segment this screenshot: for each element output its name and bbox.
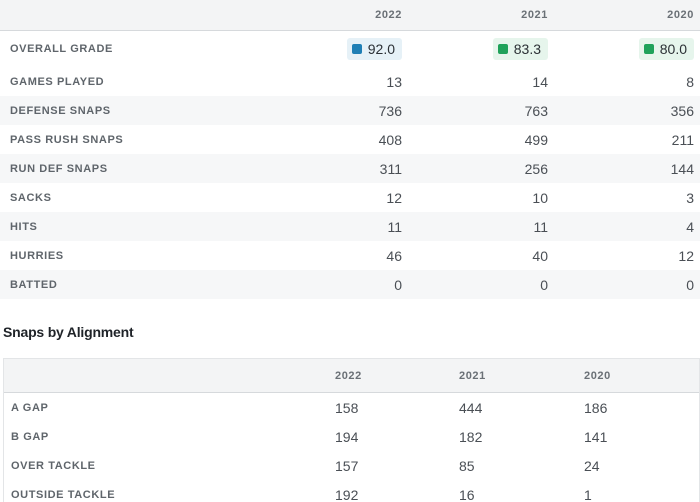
alignment-value: 192 <box>335 486 359 502</box>
stat-value: 499 <box>524 131 548 148</box>
year-header[interactable]: 2021 <box>459 359 486 392</box>
grade-color-icon <box>351 44 362 54</box>
year-header[interactable]: 2020 <box>584 359 611 392</box>
row-label: PASS RUSH SNAPS <box>10 133 124 146</box>
table-row: B GAP 194 182 141 <box>4 422 699 451</box>
alignment-value: 158 <box>335 399 359 416</box>
stat-value: 4 <box>686 218 694 235</box>
grade-badge: 83.3 <box>492 38 548 60</box>
row-label: GAMES PLAYED <box>10 75 105 88</box>
stat-value: 11 <box>533 218 548 235</box>
row-label: B GAP <box>11 430 49 443</box>
alignment-value: 182 <box>459 428 483 445</box>
alignment-value: 157 <box>335 457 359 474</box>
row-label: RUN DEF SNAPS <box>10 162 108 175</box>
stat-value: 11 <box>387 218 402 235</box>
stat-value: 3 <box>686 189 694 206</box>
stat-value: 13 <box>386 73 402 90</box>
table-row: OVER TACKLE 157 85 24 <box>4 451 699 480</box>
table-row: BATTED 0 0 0 <box>0 270 700 299</box>
stat-value: 46 <box>386 247 402 264</box>
grade-value: 83.3 <box>513 41 541 57</box>
year-header[interactable]: 2022 <box>335 359 362 392</box>
table-row: HITS 11 11 4 <box>0 212 700 241</box>
row-label: HURRIES <box>10 249 64 262</box>
stat-value: 256 <box>524 160 548 177</box>
grade-badge: 92.0 <box>346 38 402 60</box>
table-row: HURRIES 46 40 12 <box>0 241 700 270</box>
alignment-value: 85 <box>459 457 475 474</box>
stat-value: 408 <box>378 131 402 148</box>
stat-value: 211 <box>671 131 694 148</box>
row-label: OUTSIDE TACKLE <box>11 488 116 501</box>
stat-value: 12 <box>678 247 694 264</box>
row-label: BATTED <box>10 278 58 291</box>
alignment-value: 444 <box>459 399 483 416</box>
table-row: SACKS 12 10 3 <box>0 183 700 212</box>
row-label: HITS <box>10 220 38 233</box>
grade-badge: 80.0 <box>638 38 694 60</box>
table-row: A GAP 158 444 186 <box>4 393 699 422</box>
row-label: SACKS <box>10 191 52 204</box>
grade-value: 92.0 <box>367 41 395 57</box>
alignment-header-row: 2022 2021 2020 <box>4 359 699 393</box>
table-row: RUN DEF SNAPS 311 256 144 <box>0 154 700 183</box>
year-header[interactable]: 2020 <box>667 0 694 30</box>
stats-header-row: 2022 2021 2020 <box>0 0 700 31</box>
alignment-value: 24 <box>584 457 600 474</box>
year-header[interactable]: 2022 <box>375 0 402 30</box>
grade-color-icon <box>643 44 654 54</box>
table-row: PASS RUSH SNAPS 408 499 211 <box>0 125 700 154</box>
stat-value: 144 <box>670 160 694 177</box>
stat-value: 12 <box>386 189 402 206</box>
stat-value: 14 <box>532 73 548 90</box>
stat-value: 0 <box>394 276 402 293</box>
grade-value: 80.0 <box>659 41 687 57</box>
year-header[interactable]: 2021 <box>521 0 548 30</box>
alignment-value: 186 <box>584 399 608 416</box>
row-label: A GAP <box>11 401 49 414</box>
stat-value: 10 <box>532 189 548 206</box>
alignment-value: 16 <box>459 486 475 502</box>
stat-value: 736 <box>378 102 402 119</box>
stat-value: 8 <box>686 73 694 90</box>
stat-value: 0 <box>686 276 694 293</box>
overall-grade-row: OVERALL GRADE 92.0 83.3 80.0 <box>0 31 700 67</box>
stat-value: 763 <box>524 102 548 119</box>
stat-value: 356 <box>670 102 694 119</box>
grade-color-icon <box>497 44 508 54</box>
alignment-value: 141 <box>584 428 608 445</box>
table-row: GAMES PLAYED 13 14 8 <box>0 67 700 96</box>
season-stats-table: 2022 2021 2020 OVERALL GRADE 92.0 83.3 8… <box>0 0 700 299</box>
alignment-table: 2022 2021 2020 A GAP 158 444 186 B GAP 194 182… <box>3 358 700 502</box>
stat-value: 311 <box>379 160 402 177</box>
alignment-value: 194 <box>335 428 359 445</box>
row-label: OVERALL GRADE <box>10 43 113 55</box>
table-row: OUTSIDE TACKLE 192 16 1 <box>4 480 699 502</box>
row-label: OVER TACKLE <box>11 459 96 472</box>
row-label: DEFENSE SNAPS <box>10 104 111 117</box>
section-title: Snaps by Alignment <box>3 324 134 340</box>
alignment-value: 1 <box>584 486 592 502</box>
table-row: DEFENSE SNAPS 736 763 356 <box>0 96 700 125</box>
stat-value: 40 <box>532 247 548 264</box>
stat-value: 0 <box>540 276 548 293</box>
